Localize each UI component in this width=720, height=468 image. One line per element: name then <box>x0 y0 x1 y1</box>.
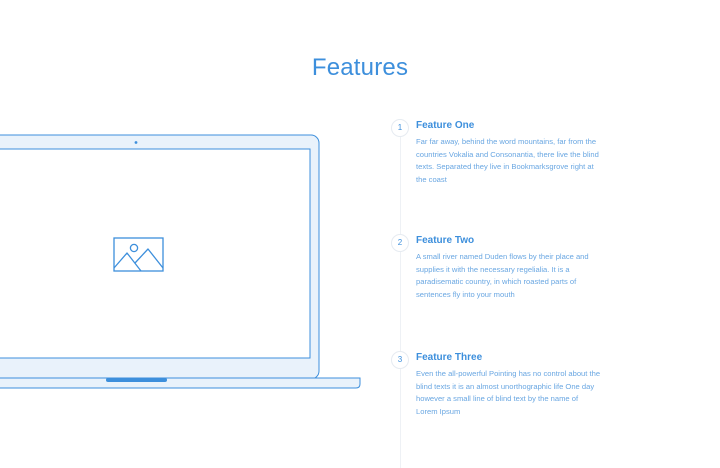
feature-title: Feature Two <box>416 235 475 246</box>
feature-description: Far far away, behind the word mountains,… <box>416 137 599 184</box>
laptop-illustration <box>0 134 361 389</box>
laptop-notch <box>106 378 167 382</box>
timeline-line <box>400 135 401 468</box>
feature-number-badge: 2 <box>391 234 409 252</box>
feature-description: Even the all-powerful Pointing has no co… <box>416 369 601 416</box>
feature-title: Feature Three <box>416 352 483 363</box>
feature-number-badge: 3 <box>391 351 409 369</box>
camera-dot <box>134 141 138 144</box>
feature-title: Feature One <box>416 120 475 131</box>
feature-number-badge: 1 <box>391 119 409 137</box>
laptop-screen <box>0 148 311 359</box>
feature-description: A small river named Duden flows by their… <box>416 252 589 299</box>
features-section: Features 1 Feature One Far far away, beh… <box>0 0 720 468</box>
laptop-base <box>0 377 361 389</box>
